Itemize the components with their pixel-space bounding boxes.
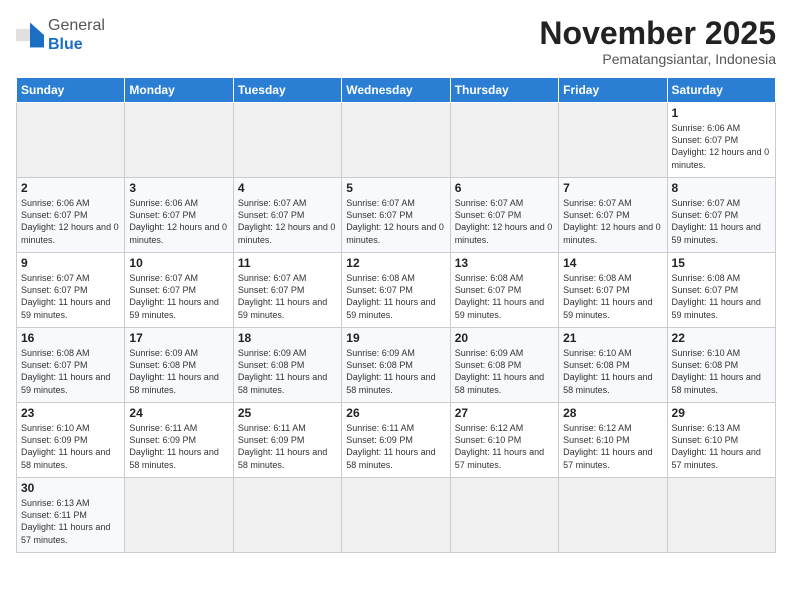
month-year-title: November 2025	[539, 16, 776, 51]
day-cell-5: 5 Sunrise: 6:07 AMSunset: 6:07 PMDayligh…	[342, 178, 450, 253]
day-cell-23: 23 Sunrise: 6:10 AMSunset: 6:09 PMDaylig…	[17, 403, 125, 478]
calendar-row-2: 2 Sunrise: 6:06 AMSunset: 6:07 PMDayligh…	[17, 178, 776, 253]
day-number-8: 8	[672, 181, 771, 195]
empty-cell	[667, 478, 775, 553]
day-cell-30: 30 Sunrise: 6:13 AMSunset: 6:11 PMDaylig…	[17, 478, 125, 553]
logo-blue: Blue	[48, 36, 83, 53]
day-cell-10: 10 Sunrise: 6:07 AMSunset: 6:07 PMDaylig…	[125, 253, 233, 328]
day-number-6: 6	[455, 181, 554, 195]
day-number-7: 7	[563, 181, 662, 195]
day-cell-1: 1 Sunrise: 6:06 AM Sunset: 6:07 PM Dayli…	[667, 103, 775, 178]
day-cell-27: 27 Sunrise: 6:12 AMSunset: 6:10 PMDaylig…	[450, 403, 558, 478]
day-cell-7: 7 Sunrise: 6:07 AMSunset: 6:07 PMDayligh…	[559, 178, 667, 253]
calendar-row-1: 1 Sunrise: 6:06 AM Sunset: 6:07 PM Dayli…	[17, 103, 776, 178]
day-number-2: 2	[21, 181, 120, 195]
day-cell-2: 2 Sunrise: 6:06 AMSunset: 6:07 PMDayligh…	[17, 178, 125, 253]
day-cell-17: 17 Sunrise: 6:09 AMSunset: 6:08 PMDaylig…	[125, 328, 233, 403]
day-cell-15: 15 Sunrise: 6:08 AMSunset: 6:07 PMDaylig…	[667, 253, 775, 328]
day-cell-12: 12 Sunrise: 6:08 AMSunset: 6:07 PMDaylig…	[342, 253, 450, 328]
day-cell-11: 11 Sunrise: 6:07 AMSunset: 6:07 PMDaylig…	[233, 253, 341, 328]
empty-cell	[450, 478, 558, 553]
header-monday: Monday	[125, 78, 233, 103]
day-cell-25: 25 Sunrise: 6:11 AMSunset: 6:09 PMDaylig…	[233, 403, 341, 478]
empty-cell	[342, 103, 450, 178]
empty-cell	[559, 478, 667, 553]
empty-cell	[125, 478, 233, 553]
day-number-4: 4	[238, 181, 337, 195]
day-cell-18: 18 Sunrise: 6:09 AMSunset: 6:08 PMDaylig…	[233, 328, 341, 403]
header-wednesday: Wednesday	[342, 78, 450, 103]
empty-cell	[450, 103, 558, 178]
header: General Blue November 2025 Pematangsiant…	[16, 16, 776, 67]
day-cell-29: 29 Sunrise: 6:13 AMSunset: 6:10 PMDaylig…	[667, 403, 775, 478]
page: General Blue November 2025 Pematangsiant…	[0, 0, 792, 612]
day-cell-14: 14 Sunrise: 6:08 AMSunset: 6:07 PMDaylig…	[559, 253, 667, 328]
day-cell-24: 24 Sunrise: 6:11 AMSunset: 6:09 PMDaylig…	[125, 403, 233, 478]
empty-cell	[342, 478, 450, 553]
day-cell-13: 13 Sunrise: 6:08 AMSunset: 6:07 PMDaylig…	[450, 253, 558, 328]
calendar-table: Sunday Monday Tuesday Wednesday Thursday…	[16, 77, 776, 553]
day-number-5: 5	[346, 181, 445, 195]
day-cell-3: 3 Sunrise: 6:06 AMSunset: 6:07 PMDayligh…	[125, 178, 233, 253]
day-cell-9: 9 Sunrise: 6:07 AMSunset: 6:07 PMDayligh…	[17, 253, 125, 328]
day-number-3: 3	[129, 181, 228, 195]
day-number-1: 1	[672, 106, 771, 120]
day-cell-28: 28 Sunrise: 6:12 AMSunset: 6:10 PMDaylig…	[559, 403, 667, 478]
empty-cell	[233, 478, 341, 553]
calendar-row-3: 9 Sunrise: 6:07 AMSunset: 6:07 PMDayligh…	[17, 253, 776, 328]
day-cell-22: 22 Sunrise: 6:10 AMSunset: 6:08 PMDaylig…	[667, 328, 775, 403]
title-block: November 2025 Pematangsiantar, Indonesia	[539, 16, 776, 67]
day-cell-6: 6 Sunrise: 6:07 AMSunset: 6:07 PMDayligh…	[450, 178, 558, 253]
empty-cell	[17, 103, 125, 178]
day-cell-16: 16 Sunrise: 6:08 AMSunset: 6:07 PMDaylig…	[17, 328, 125, 403]
calendar-row-6: 30 Sunrise: 6:13 AMSunset: 6:11 PMDaylig…	[17, 478, 776, 553]
day-cell-19: 19 Sunrise: 6:09 AMSunset: 6:08 PMDaylig…	[342, 328, 450, 403]
calendar-row-4: 16 Sunrise: 6:08 AMSunset: 6:07 PMDaylig…	[17, 328, 776, 403]
header-saturday: Saturday	[667, 78, 775, 103]
day-cell-21: 21 Sunrise: 6:10 AMSunset: 6:08 PMDaylig…	[559, 328, 667, 403]
day-cell-8: 8 Sunrise: 6:07 AMSunset: 6:07 PMDayligh…	[667, 178, 775, 253]
empty-cell	[233, 103, 341, 178]
day-cell-26: 26 Sunrise: 6:11 AMSunset: 6:09 PMDaylig…	[342, 403, 450, 478]
day-cell-4: 4 Sunrise: 6:07 AMSunset: 6:07 PMDayligh…	[233, 178, 341, 253]
header-sunday: Sunday	[17, 78, 125, 103]
header-tuesday: Tuesday	[233, 78, 341, 103]
generalblue-logo-icon	[16, 21, 44, 49]
location-subtitle: Pematangsiantar, Indonesia	[539, 51, 776, 67]
day-info-1: Sunrise: 6:06 AM Sunset: 6:07 PM Dayligh…	[672, 122, 771, 171]
empty-cell	[125, 103, 233, 178]
header-friday: Friday	[559, 78, 667, 103]
logo: General Blue	[16, 16, 105, 54]
logo-general: General	[48, 17, 105, 34]
logo-text: General Blue	[48, 16, 105, 54]
day-cell-20: 20 Sunrise: 6:09 AMSunset: 6:08 PMDaylig…	[450, 328, 558, 403]
header-thursday: Thursday	[450, 78, 558, 103]
weekday-header-row: Sunday Monday Tuesday Wednesday Thursday…	[17, 78, 776, 103]
empty-cell	[559, 103, 667, 178]
calendar-row-5: 23 Sunrise: 6:10 AMSunset: 6:09 PMDaylig…	[17, 403, 776, 478]
